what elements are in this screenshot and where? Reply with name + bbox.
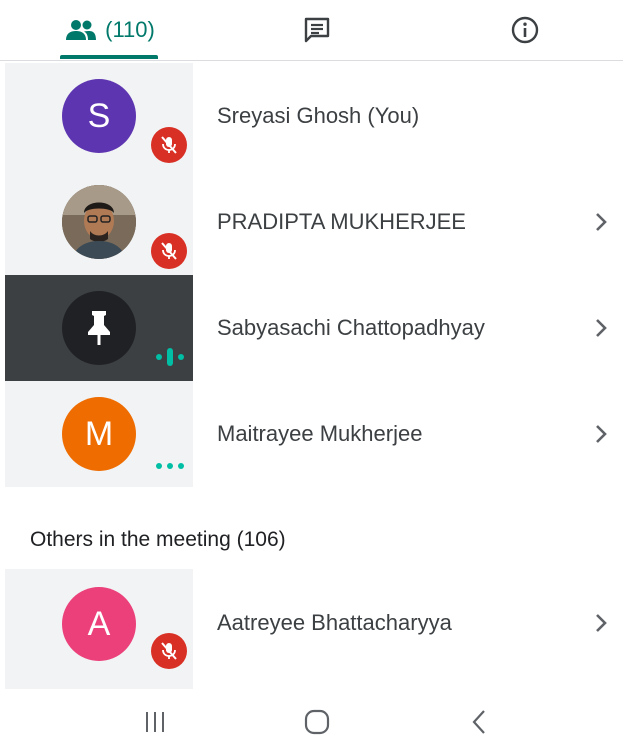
avatar-initial: S [87, 96, 111, 135]
participant-row[interactable]: Sabyasachi Chattopadhyay [5, 275, 623, 381]
tab-people[interactable]: (110) [40, 0, 180, 60]
avatar-initial: A [87, 604, 111, 643]
back-icon[interactable] [466, 708, 494, 736]
avatar-tile: A [5, 569, 193, 689]
participant-name: PRADIPTA MUKHERJEE [217, 209, 466, 234]
avatar-photo [62, 185, 136, 259]
participant-row[interactable]: M Maitrayee Mukherjee [5, 381, 623, 487]
tab-info[interactable] [495, 0, 555, 60]
system-navigation-bar [0, 700, 623, 745]
avatar [62, 291, 136, 365]
home-icon[interactable] [303, 708, 331, 736]
active-tab-indicator [60, 55, 158, 59]
pin-icon [88, 311, 110, 345]
participant-row[interactable]: PRADIPTA MUKHERJEE [5, 169, 623, 275]
chevron-right-icon[interactable] [589, 422, 613, 446]
mic-off-badge [151, 633, 187, 669]
participant-name: Sreyasi Ghosh (You) [217, 103, 420, 128]
avatar-tile: S [5, 63, 193, 169]
more-dots-icon [156, 463, 184, 469]
others-section-title: Others in the meeting (106) [30, 528, 286, 551]
people-icon [66, 20, 97, 40]
recent-apps-icon[interactable] [141, 708, 169, 736]
speaking-indicator [155, 347, 185, 372]
audio-level-icon [156, 348, 184, 366]
mic-off-badge [151, 233, 187, 269]
avatar: S [62, 79, 136, 153]
avatar: M [62, 397, 136, 471]
chevron-right-icon[interactable] [589, 316, 613, 340]
chat-icon [304, 17, 330, 43]
tab-bar: (110) [0, 0, 623, 61]
info-icon [511, 16, 539, 44]
mic-off-badge [151, 127, 187, 163]
connecting-indicator [155, 458, 185, 476]
participant-row[interactable]: S Sreyasi Ghosh (You) [5, 63, 623, 169]
avatar: A [62, 587, 136, 661]
person-photo [62, 185, 136, 259]
people-count: (110) [105, 17, 155, 42]
participant-row[interactable]: A Aatreyee Bhattacharyya [5, 569, 623, 689]
avatar-tile [5, 275, 193, 381]
avatar-tile [5, 169, 193, 275]
tab-chat[interactable] [287, 0, 347, 60]
avatar-tile: M [5, 381, 193, 487]
participant-name: Aatreyee Bhattacharyya [217, 610, 452, 635]
chevron-right-icon[interactable] [589, 210, 613, 234]
chevron-right-icon[interactable] [589, 611, 613, 635]
mic-off-icon [161, 136, 177, 154]
avatar-initial: M [84, 414, 114, 453]
participant-name: Maitrayee Mukherjee [217, 421, 423, 446]
mic-off-icon [161, 642, 177, 660]
mic-off-icon [161, 242, 177, 260]
participant-name: Sabyasachi Chattopadhyay [217, 315, 485, 340]
